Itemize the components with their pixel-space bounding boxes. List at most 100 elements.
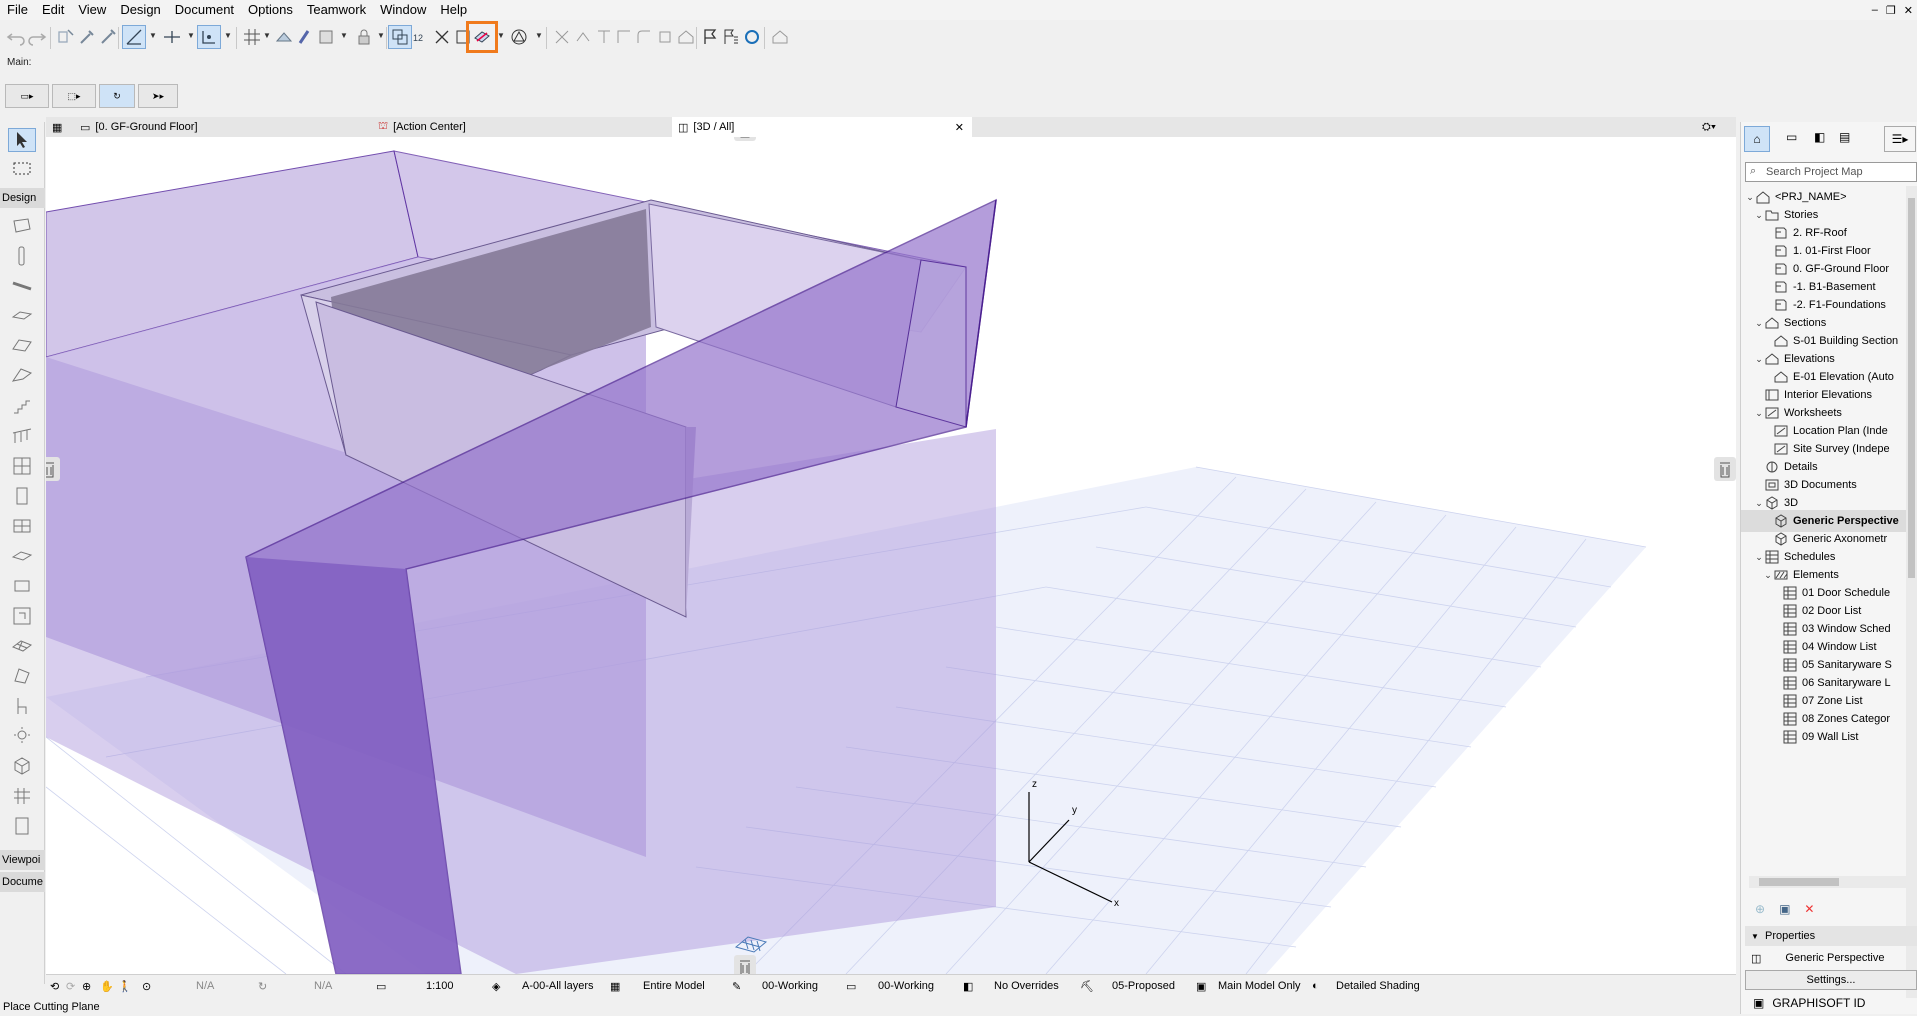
chevron-down-icon[interactable]: ▼ (497, 32, 505, 40)
layers-icon[interactable]: ◈ (492, 978, 500, 994)
toolbox-viewpoint-section[interactable]: Viewpoi (0, 850, 45, 870)
zoom-icon[interactable]: ⊕ (82, 978, 91, 994)
graphic-override-icon[interactable]: ◧ (963, 978, 973, 994)
rotate-right-icon[interactable]: ⟳ (66, 978, 75, 994)
door-tool-icon[interactable] (8, 484, 36, 508)
redo-icon[interactable] (25, 25, 49, 49)
mvo-icon[interactable]: ▭ (846, 978, 856, 994)
chevron-down-icon[interactable]: ▼ (187, 32, 195, 40)
chevron-down-icon[interactable]: ⌄ (1754, 552, 1764, 563)
roof-icon[interactable] (674, 25, 698, 49)
orientation-icon[interactable]: ↻ (258, 978, 267, 994)
place-cutting-plane-button[interactable] (466, 21, 498, 53)
tab-3d-all[interactable]: ◫ [3D / All] ✕ (672, 117, 972, 137)
properties-header[interactable]: ▼ Properties (1745, 926, 1917, 946)
restore-icon[interactable]: ❐ (1886, 4, 1896, 17)
structure-display-icon[interactable]: ▣ (1196, 978, 1206, 994)
object-tool-icon[interactable] (8, 574, 36, 598)
renovation-icon[interactable]: ⛏ (1080, 978, 1094, 994)
structure-display-value[interactable]: Main Model Only (1218, 978, 1301, 994)
new-view-icon[interactable]: ⊕ (1755, 902, 1765, 916)
chevron-down-icon[interactable]: ⌄ (1754, 498, 1764, 509)
chevron-down-icon[interactable]: ▼ (377, 32, 385, 40)
tab-menu-icon[interactable]: ⛭▾ (1696, 117, 1736, 137)
arrow-tool-button[interactable]: ➤▸ (138, 84, 178, 108)
geometry-method-button[interactable]: ▭▸ (5, 84, 49, 108)
pen-set-value[interactable]: 00-Working (762, 978, 818, 994)
railing-tool-icon[interactable] (8, 424, 36, 448)
model-filter-value[interactable]: Entire Model (643, 978, 705, 994)
model-filter-icon[interactable]: ▦ (610, 978, 620, 994)
grid-element-icon[interactable] (8, 784, 36, 808)
delete-icon[interactable]: ✕ (1804, 902, 1814, 916)
search-input[interactable]: ⌕ Search Project Map (1745, 162, 1917, 182)
settings-icon[interactable]: ▣ (1779, 902, 1790, 916)
chevron-down-icon[interactable]: ▼ (224, 32, 232, 40)
toolbox-design-section[interactable]: Design (0, 188, 45, 208)
layer-combination-icon[interactable] (314, 25, 338, 49)
tree-horizontal-scrollbar[interactable] (1749, 876, 1909, 888)
view-map-icon[interactable]: ▭ (1786, 130, 1797, 144)
chevron-down-icon[interactable]: ⌄ (1754, 210, 1764, 221)
skylight-tool-icon[interactable] (8, 544, 36, 568)
layout-book-icon[interactable]: ◧ (1814, 130, 1825, 144)
menu-file[interactable]: File (0, 0, 35, 20)
menu-teamwork[interactable]: Teamwork (300, 0, 373, 20)
syringe-icon[interactable] (96, 25, 120, 49)
chevron-down-icon[interactable]: ▼ (149, 32, 157, 40)
window-tool-icon[interactable] (8, 514, 36, 538)
lamp-tool-icon[interactable] (8, 724, 36, 748)
chevron-down-icon[interactable]: ⌄ (1745, 192, 1755, 203)
chair-object-icon[interactable] (8, 694, 36, 718)
orientation-value[interactable]: N/A (314, 978, 332, 994)
guide-lines-icon[interactable] (122, 25, 146, 49)
3d-viewport[interactable]: z y x (46, 137, 1736, 974)
zoom-field-icon[interactable]: ⊙ (142, 978, 151, 994)
chevron-down-icon[interactable]: ⌄ (1754, 354, 1764, 365)
tab-action-center[interactable]: ⛫ [Action Center] (372, 117, 672, 137)
shading-value[interactable]: Detailed Shading (1336, 978, 1420, 994)
arrow-tool-icon[interactable] (8, 128, 36, 152)
publish-icon[interactable] (768, 25, 792, 49)
menu-window[interactable]: Window (373, 0, 433, 20)
layer-combination-value[interactable]: A-00-All layers (522, 978, 594, 994)
snap-points-icon[interactable] (197, 25, 221, 49)
chevron-down-icon[interactable]: ⌄ (1763, 570, 1773, 581)
scale-value[interactable]: 1:100 (426, 978, 454, 994)
morph-tool-icon[interactable] (8, 664, 36, 688)
zoom-value[interactable]: N/A (196, 978, 214, 994)
column-tool-icon[interactable] (8, 244, 36, 268)
menu-view[interactable]: View (71, 0, 113, 20)
zone-tool-icon[interactable] (8, 604, 36, 628)
3d-model-canvas[interactable]: z y x (46, 137, 1736, 974)
rotate-left-icon[interactable]: ⟲ (50, 978, 59, 994)
curtain-wall-tool-icon[interactable] (8, 454, 36, 478)
walk-icon[interactable]: 🚶 (118, 978, 132, 994)
slab-tool-icon[interactable] (8, 304, 36, 328)
minimize-icon[interactable]: – (1872, 4, 1878, 16)
scale-icon[interactable]: ▭ (376, 978, 386, 994)
menu-edit[interactable]: Edit (35, 0, 71, 20)
pan-icon[interactable]: ✋ (100, 978, 114, 994)
roof-tool-icon[interactable] (8, 334, 36, 358)
chevron-down-icon[interactable]: ⌄ (1754, 318, 1764, 329)
stair-tool-icon[interactable] (8, 394, 36, 418)
mesh-tool-icon[interactable] (8, 634, 36, 658)
toolbox-document-section[interactable]: Docume (0, 872, 45, 892)
menu-help[interactable]: Help (433, 0, 474, 20)
document-tool-icon[interactable] (8, 814, 36, 838)
tab-ground-floor[interactable]: ▭ [0. GF-Ground Floor] (74, 117, 374, 137)
shading-icon[interactable]: ◐ (1312, 978, 1319, 994)
chevron-down-icon[interactable]: ▼ (340, 32, 348, 40)
chevron-down-icon[interactable]: ▼ (535, 32, 543, 40)
menu-document[interactable]: Document (168, 0, 241, 20)
chevron-down-icon[interactable]: ⌄ (1754, 408, 1764, 419)
wall-tool-icon[interactable] (8, 214, 36, 238)
graphic-override-value[interactable]: No Overrides (994, 978, 1059, 994)
menu-design[interactable]: Design (113, 0, 167, 20)
cutaway-icon[interactable] (507, 25, 531, 49)
renovation-value[interactable]: 05-Proposed (1112, 978, 1175, 994)
mvo-value[interactable]: 00-Working (878, 978, 934, 994)
navigator-menu-icon[interactable]: ☰▸ (1884, 126, 1916, 152)
beam-tool-icon[interactable] (8, 274, 36, 298)
